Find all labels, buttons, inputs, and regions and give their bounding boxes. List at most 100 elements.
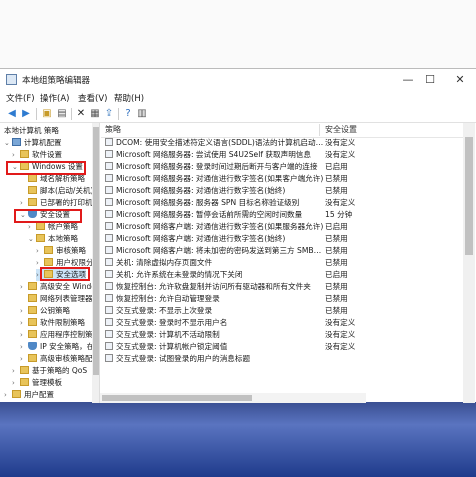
chevron-right-icon[interactable]: › [20, 329, 28, 341]
chevron-right-icon[interactable]: › [12, 377, 20, 389]
folder-icon [28, 294, 37, 302]
policy-icon [105, 198, 113, 206]
tree-node-computer-config[interactable]: ⌄ 计算机配置 [4, 137, 62, 149]
policy-icon [105, 210, 113, 218]
policy-row[interactable]: 恢复控制台: 允许软盘复制并访问所有驱动器和所有文件夹 已禁用 [105, 281, 461, 293]
tree-node-audit-policy[interactable]: › 审核策略 [36, 245, 86, 257]
tree-node-software-restriction[interactable]: › 软件限制策略 [20, 317, 85, 329]
policy-row[interactable]: 交互式登录: 计算机帐户锁定阈值 没有定义 [105, 341, 461, 353]
chevron-right-icon[interactable]: › [20, 197, 28, 209]
toolbar-separator [36, 108, 37, 120]
policy-row[interactable]: 交互式登录: 登录时不显示用户名 没有定义 [105, 317, 461, 329]
policy-row[interactable]: 关机: 允许系统在未登录的情况下关闭 已启用 [105, 269, 461, 281]
horizontal-scrollbar[interactable] [100, 393, 366, 403]
back-icon[interactable]: ◀ [5, 107, 19, 120]
policy-name: 交互式登录: 不显示上次登录 [116, 306, 213, 315]
policy-icon [105, 258, 113, 266]
policy-name: 交互式登录: 计算机帐户锁定阈值 [116, 342, 228, 351]
policy-editor-app-icon [6, 74, 17, 85]
policy-row[interactable]: 交互式登录: 计算机不活动限制 没有定义 [105, 329, 461, 341]
export-icon[interactable]: ⇪ [102, 107, 116, 120]
tree-node-advanced-firewall[interactable]: › 高级安全 Windows [20, 281, 99, 293]
policy-row[interactable]: Microsoft 网络客户端: 将未加密的密码发送到第三方 SMB… 已禁用 [105, 245, 461, 257]
policy-name: Microsoft 网络服务器: 对通信进行数字签名(如果客户端允许) [116, 174, 324, 183]
horizontal-scrollbar-thumb[interactable] [102, 395, 252, 401]
column-header-policy[interactable]: 策略 [105, 123, 121, 137]
console-icon[interactable]: ▥ [135, 107, 149, 120]
policy-row[interactable]: Microsoft 网络服务器: 登录时间过期后断开与客户端的连接 已启用 [105, 161, 461, 173]
policy-row[interactable]: 关机: 清除虚拟内存页面文件 已禁用 [105, 257, 461, 269]
tree-node-printers[interactable]: › 已部署的打印机 [20, 197, 93, 209]
tree-node-root[interactable]: 本地计算机 策略 [4, 125, 59, 137]
chevron-right-icon[interactable]: › [20, 353, 28, 365]
policy-row[interactable]: Microsoft 网络服务器: 暂停会话前所需的空闲时间数量 15 分钟 [105, 209, 461, 221]
policy-name: 关机: 允许系统在未登录的情况下关闭 [116, 270, 243, 279]
title-bar[interactable]: 本地组策略编辑器 — ☐ ✕ [0, 69, 476, 91]
tree-scrollbar-thumb[interactable] [93, 127, 99, 375]
chevron-right-icon[interactable]: › [4, 389, 12, 401]
help-icon[interactable]: ? [121, 107, 135, 120]
tree-node-user-config[interactable]: › 用户配置 [4, 389, 54, 401]
forward-icon[interactable]: ▶ [19, 107, 33, 120]
policy-row[interactable]: Microsoft 网络服务器: 服务器 SPN 目标名称验证级别 没有定义 [105, 197, 461, 209]
policy-icon [105, 306, 113, 314]
tree-node-software-settings[interactable]: › 软件设置 [12, 149, 62, 161]
policy-row[interactable]: 交互式登录: 不显示上次登录 已禁用 [105, 305, 461, 317]
chevron-right-icon[interactable]: › [20, 341, 28, 353]
chevron-down-icon[interactable]: ⌄ [4, 137, 12, 149]
shield-icon [28, 342, 37, 350]
column-divider[interactable] [319, 124, 320, 136]
policy-row[interactable]: 交互式登录: 试图登录的用户的消息标题 [105, 353, 461, 365]
chevron-right-icon[interactable]: › [20, 305, 28, 317]
tree-scrollbar[interactable] [92, 123, 99, 403]
policy-name: 恢复控制台: 允许软盘复制并访问所有驱动器和所有文件夹 [116, 282, 311, 291]
chevron-right-icon[interactable]: › [12, 365, 20, 377]
policy-row[interactable]: DCOM: 使用安全描述符定义语言(SDDL)语法的计算机启动… 没有定义 [105, 137, 461, 149]
folder-icon [28, 282, 37, 290]
tree-label: 软件限制策略 [40, 318, 85, 327]
tree-node-app-control[interactable]: › 应用程序控制策略 [20, 329, 100, 341]
chevron-right-icon[interactable]: › [12, 149, 20, 161]
list-scrollbar-thumb[interactable] [465, 137, 473, 255]
policy-name: Microsoft 网络服务器: 尝试使用 S4U2Self 获取声明信息 [116, 150, 311, 159]
menu-action[interactable]: 操作(A) [40, 92, 69, 104]
tree-node-scripts[interactable]: 脚本(启动/关机) [20, 185, 93, 197]
chevron-right-icon[interactable]: › [36, 245, 44, 257]
tree-node-ip-security[interactable]: › IP 安全策略，在本 [20, 341, 99, 353]
chevron-down-icon[interactable]: ⌄ [28, 233, 36, 245]
chevron-right-icon[interactable]: › [20, 281, 28, 293]
policy-row[interactable]: Microsoft 网络客户端: 对通信进行数字签名(始终) 已禁用 [105, 233, 461, 245]
tree-label: 应用程序控制策略 [40, 330, 100, 339]
menu-help[interactable]: 帮助(H) [114, 92, 144, 104]
policy-name: DCOM: 使用安全描述符定义语言(SDDL)语法的计算机启动… [116, 138, 324, 147]
tree-node-network-list[interactable]: 网络列表管理器 [20, 293, 93, 305]
tree-node-advanced-audit[interactable]: › 高级审核策略配置 [20, 353, 99, 365]
chevron-right-icon[interactable]: › [20, 317, 28, 329]
policy-row[interactable]: Microsoft 网络服务器: 尝试使用 S4U2Self 获取声明信息 没有定… [105, 149, 461, 161]
tree-label: 本地计算机 策略 [4, 126, 59, 135]
delete-icon[interactable]: ✕ [74, 107, 88, 120]
folder-icon [12, 390, 21, 398]
highlight-security-options [40, 267, 90, 281]
tree-label: 本地策略 [48, 234, 78, 243]
policy-row[interactable]: Microsoft 网络客户端: 对通信进行数字签名(如果服务器允许) 已启用 [105, 221, 461, 233]
close-button[interactable]: ✕ [440, 69, 476, 91]
policy-row[interactable]: 恢复控制台: 允许自动管理登录 已禁用 [105, 293, 461, 305]
desktop-background-bottom [0, 402, 476, 477]
tree-node-admin-templates[interactable]: › 管理模板 [12, 377, 62, 389]
policy-row[interactable]: Microsoft 网络服务器: 对通信进行数字签名(始终) 已禁用 [105, 185, 461, 197]
properties-icon[interactable]: ▦ [88, 107, 102, 120]
tree-node-public-key[interactable]: › 公钥策略 [20, 305, 70, 317]
menu-view[interactable]: 查看(V) [78, 92, 107, 104]
policy-setting: 已启用 [325, 162, 348, 171]
show-tree-icon[interactable]: ▤ [55, 107, 69, 120]
policy-row[interactable]: Microsoft 网络服务器: 对通信进行数字签名(如果客户端允许) 已禁用 [105, 173, 461, 185]
list-scrollbar[interactable] [463, 123, 475, 403]
tree-node-qos[interactable]: › 基于策略的 QoS [12, 365, 87, 377]
folder-up-icon[interactable]: ▣ [40, 107, 54, 120]
tree-label: 软件设置 [32, 150, 62, 159]
policy-setting: 没有定义 [325, 330, 356, 339]
column-header-setting[interactable]: 安全设置 [325, 123, 357, 137]
menu-file[interactable]: 文件(F) [6, 92, 35, 104]
tree-node-local-policies[interactable]: ⌄ 本地策略 [28, 233, 78, 245]
